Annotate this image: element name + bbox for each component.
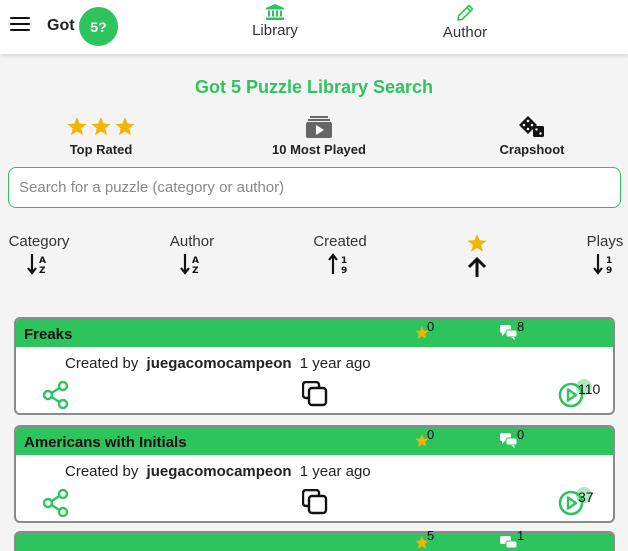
sort-numeric-up-icon: 19 bbox=[328, 253, 347, 275]
created-by-label: Created by bbox=[65, 355, 139, 372]
sort-alpha-down-icon: AZ bbox=[180, 254, 199, 275]
nav-library-label: Library bbox=[252, 22, 298, 39]
top-rated-button[interactable]: Top Rated bbox=[55, 112, 147, 157]
puzzle-card[interactable]: 5 1 bbox=[14, 528, 615, 551]
author-link[interactable]: juegacomocampeon bbox=[147, 463, 292, 480]
puzzle-title: Freaks bbox=[24, 326, 73, 343]
play-button[interactable]: 110 bbox=[558, 379, 601, 409]
comments-count: 0 bbox=[517, 427, 525, 442]
svg-text:1: 1 bbox=[606, 256, 612, 266]
search-input[interactable] bbox=[8, 167, 621, 208]
plays-count: 110 bbox=[578, 381, 601, 397]
author-link[interactable]: juegacomocampeon bbox=[147, 355, 292, 372]
comments-count: 8 bbox=[517, 319, 525, 334]
most-played-button[interactable]: 10 Most Played bbox=[254, 112, 384, 157]
comments-count: 1 bbox=[517, 528, 525, 543]
crapshoot-button[interactable]: Crapshoot bbox=[488, 112, 576, 157]
play-button[interactable]: 37 bbox=[558, 487, 598, 517]
svg-text:A: A bbox=[192, 256, 199, 266]
nav-author-label: Author bbox=[442, 24, 488, 41]
brand-text: Got bbox=[47, 17, 75, 34]
sort-numeric-down-icon: 19 bbox=[593, 254, 612, 275]
created-by-label: Created by bbox=[65, 463, 139, 480]
comments-icon bbox=[500, 325, 518, 340]
puzzle-card[interactable]: Freaks 0 8 Created by juegacomocampeon 1… bbox=[14, 317, 615, 415]
svg-text:9: 9 bbox=[341, 266, 347, 275]
svg-text:Z: Z bbox=[39, 266, 46, 275]
sort-alpha-down-icon: AZ bbox=[27, 254, 46, 275]
sort-category-label: Category bbox=[8, 233, 70, 250]
svg-text:1: 1 bbox=[341, 256, 347, 266]
sort-author-label: Author bbox=[169, 233, 215, 250]
sort-category[interactable]: Category AZ bbox=[4, 233, 74, 275]
svg-text:A: A bbox=[39, 256, 46, 266]
sort-plays[interactable]: Plays 19 bbox=[582, 233, 628, 275]
page-title: Got 5 Puzzle Library Search bbox=[194, 77, 434, 97]
pencil-icon bbox=[457, 4, 474, 21]
created-age: 1 year ago bbox=[299, 355, 371, 372]
brand-badge[interactable]: 5? bbox=[79, 7, 118, 46]
nav-author[interactable]: Author bbox=[430, 4, 500, 41]
comments-icon bbox=[500, 536, 518, 549]
svg-text:9: 9 bbox=[606, 266, 612, 275]
puzzle-card-header: Americans with Initials 0 0 bbox=[16, 427, 613, 455]
rating-count: 0 bbox=[427, 319, 435, 334]
comments-icon bbox=[500, 433, 518, 448]
sort-created[interactable]: Created 19 bbox=[308, 233, 372, 275]
sort-author[interactable]: Author AZ bbox=[160, 233, 224, 275]
copy-icon[interactable] bbox=[302, 381, 328, 407]
star-sort-icon bbox=[467, 234, 487, 252]
puzzle-card[interactable]: Americans with Initials 0 0 Created by j… bbox=[14, 425, 615, 523]
play-library-icon bbox=[306, 116, 332, 138]
rating-count: 0 bbox=[427, 427, 435, 442]
puzzle-card-header: Freaks 0 8 bbox=[16, 319, 613, 347]
arrow-up-icon bbox=[467, 256, 487, 277]
nav-library[interactable]: Library bbox=[240, 4, 310, 39]
rating-count: 5 bbox=[427, 528, 435, 543]
crapshoot-label: Crapshoot bbox=[499, 142, 565, 157]
puzzle-title: Americans with Initials bbox=[24, 434, 187, 451]
share-icon[interactable] bbox=[42, 489, 70, 517]
created-line: Created by juegacomocampeon 1 year ago bbox=[65, 463, 371, 480]
dice-icon bbox=[519, 116, 544, 137]
sort-created-label: Created bbox=[313, 233, 367, 250]
created-line: Created by juegacomocampeon 1 year ago bbox=[65, 355, 371, 372]
most-played-label: 10 Most Played bbox=[272, 142, 366, 157]
top-bar: Got 5? Library Author bbox=[0, 0, 628, 54]
copy-icon[interactable] bbox=[302, 489, 328, 515]
library-icon bbox=[266, 4, 284, 20]
created-age: 1 year ago bbox=[299, 463, 371, 480]
menu-icon[interactable] bbox=[10, 17, 30, 35]
top-rated-label: Top Rated bbox=[69, 142, 133, 157]
sort-plays-label: Plays bbox=[586, 233, 624, 250]
three-stars-icon bbox=[67, 117, 135, 136]
sort-rating[interactable] bbox=[462, 233, 492, 278]
plays-count: 37 bbox=[578, 489, 594, 505]
share-icon[interactable] bbox=[42, 381, 70, 409]
svg-text:Z: Z bbox=[192, 266, 199, 275]
